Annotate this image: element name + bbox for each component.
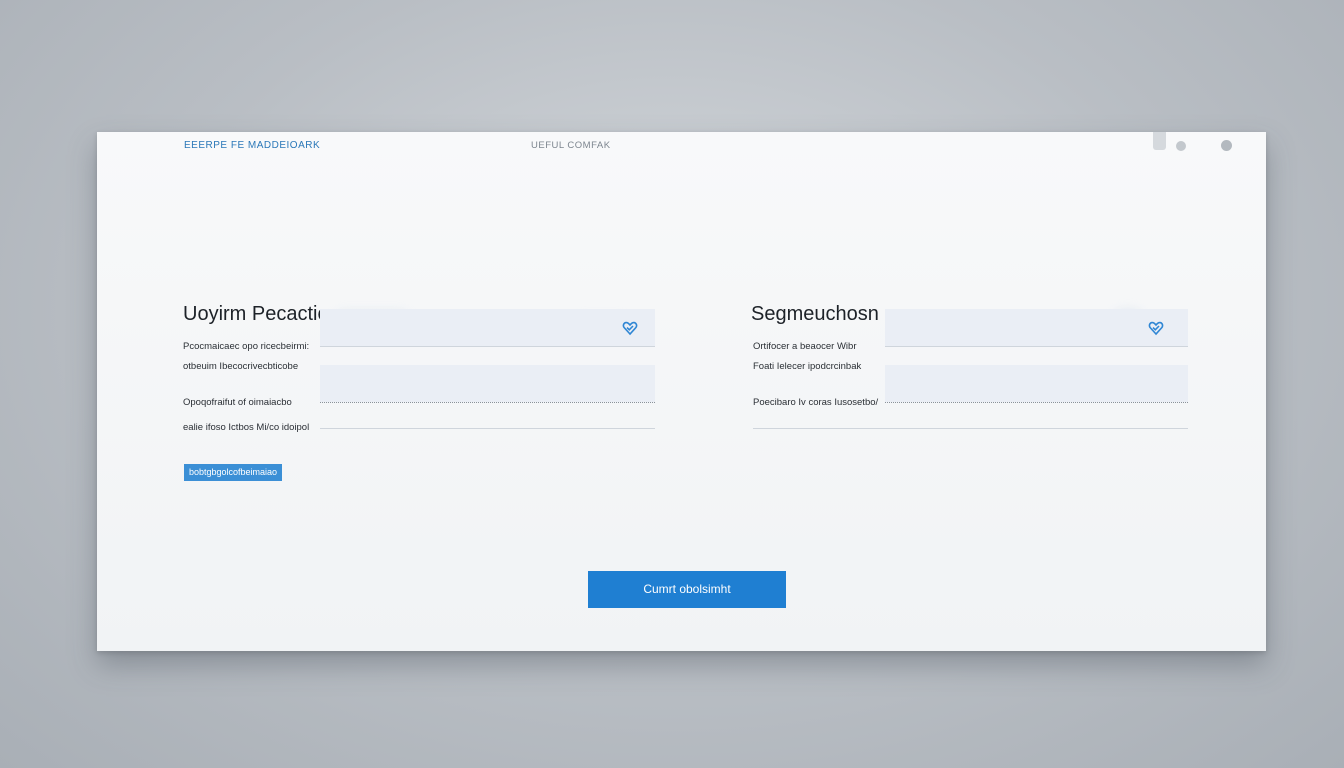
left-field-label: Pcocmaicaec opo ricecbeirmi: xyxy=(183,341,310,352)
left-field-label: ealie ifoso Ictbos Mi/co idoipol xyxy=(183,422,310,433)
left-field-1[interactable] xyxy=(320,309,655,346)
brand-logo[interactable]: EEERPE FE ΜΑDDEIOARK xyxy=(184,140,320,151)
right-field-label: Poecibaro Iv coras Iusosetbo/ xyxy=(753,397,879,408)
left-section-title: Uoyirm Pecactio xyxy=(183,303,329,325)
left-field-label: Opoqofraifut of oimaiacbo xyxy=(183,397,292,408)
right-field-label: Foati Ielecer ipodcrcinbak xyxy=(753,361,862,372)
right-section-title: Segmeuchosn xyxy=(751,303,879,325)
right-field-1[interactable] xyxy=(885,309,1188,346)
right-field-label: Ortifocer a beaocer Wibr xyxy=(753,341,857,352)
heart-check-icon[interactable] xyxy=(622,320,638,336)
left-field-3[interactable] xyxy=(320,428,655,429)
app-window: EEERPE FE ΜΑDDEIOARK UEFUL COMFAK Uoyirm… xyxy=(97,132,1266,651)
left-field-2[interactable] xyxy=(320,365,655,402)
divider xyxy=(885,346,1188,347)
nav-link[interactable]: UEFUL COMFAK xyxy=(531,140,611,151)
right-field-2[interactable] xyxy=(885,365,1188,402)
small-action-button[interactable]: bobtgbgolcofbeimaiao xyxy=(184,464,282,481)
window-control-dot[interactable] xyxy=(1176,141,1186,151)
right-field-3[interactable] xyxy=(753,428,1188,429)
dotted-divider xyxy=(885,402,1188,403)
left-field-label: otbeuim Ibecocrivecbticobe xyxy=(183,361,299,372)
heart-check-icon[interactable] xyxy=(1148,320,1164,336)
divider xyxy=(320,346,655,347)
dotted-divider xyxy=(320,402,655,403)
submit-button[interactable]: Cumrt obolsimht xyxy=(588,571,786,608)
window-tab[interactable] xyxy=(1153,132,1166,150)
window-control-dot[interactable] xyxy=(1221,140,1232,151)
